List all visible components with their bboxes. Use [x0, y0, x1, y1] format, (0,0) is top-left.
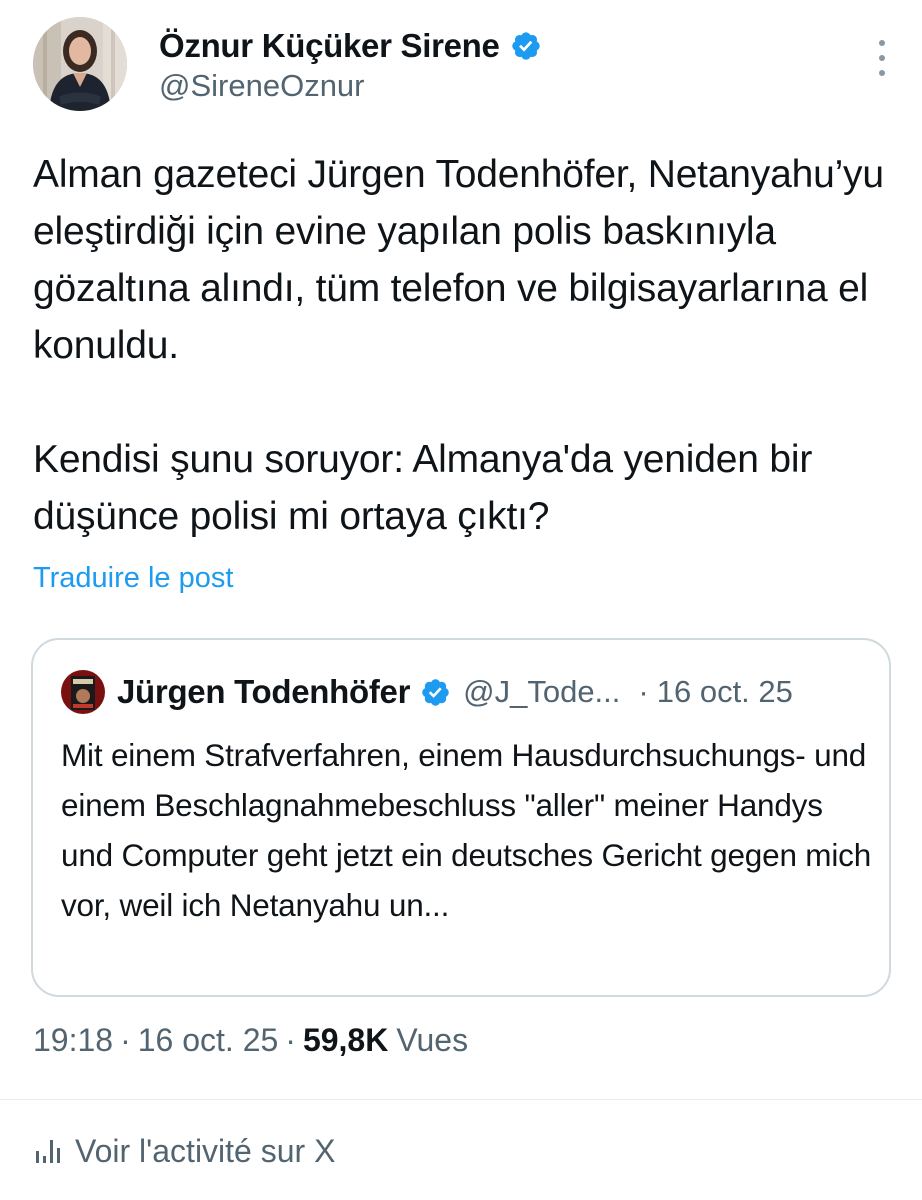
author-handle[interactable]: @SireneOznur — [159, 68, 365, 104]
meta-separator: · — [285, 1021, 296, 1058]
view-activity-link[interactable]: Voir l'activité sur X — [33, 1128, 335, 1174]
tweet-paragraph: Kendisi şunu soruyor: Almanya'da yeniden… — [33, 438, 813, 538]
view-activity-label: Voir l'activité sur X — [75, 1132, 336, 1169]
author-name[interactable]: Öznur Küçüker Sirene — [159, 27, 500, 65]
more-options-icon[interactable] — [876, 40, 888, 76]
divider — [0, 1099, 922, 1100]
tweet-meta: 19:18 · 16 oct. 25 · 59,8K Vues — [33, 1018, 468, 1062]
quoted-tweet-text: Mit einem Strafverfahren, einem Hausdurc… — [61, 737, 872, 923]
tweet-time[interactable]: 19:18 — [33, 1022, 113, 1059]
translate-post-link[interactable]: Traduire le post — [33, 562, 233, 595]
tweet-paragraph: Alman gazeteci Jürgen Todenhöfer, Netany… — [33, 153, 884, 367]
tweet-date[interactable]: 16 oct. 25 — [138, 1022, 279, 1059]
tweet-text: Alman gazeteci Jürgen Todenhöfer, Netany… — [33, 146, 893, 545]
quoted-avatar-image — [61, 670, 105, 714]
meta-separator: · — [120, 1021, 131, 1058]
quoted-date: 16 oct. 25 — [656, 674, 793, 709]
verified-badge-icon — [511, 32, 540, 60]
quoted-author-avatar[interactable] — [61, 670, 105, 714]
quoted-tweet-header: Jürgen Todenhöfer @J_Tode... · 16 oct. 2… — [61, 668, 793, 716]
verified-badge-icon — [422, 678, 449, 706]
author-name-row: Öznur Küçüker Sirene — [159, 24, 542, 68]
quoted-tweet-card[interactable]: Jürgen Todenhöfer @J_Tode... · 16 oct. 2… — [31, 638, 891, 997]
views-label: Vues — [396, 1021, 469, 1058]
more-dot — [879, 40, 885, 46]
quoted-author-handle[interactable]: @J_Tode... — [463, 674, 620, 710]
quoted-author-name[interactable]: Jürgen Todenhöfer — [117, 673, 410, 711]
bar-chart-icon — [36, 1140, 60, 1163]
views-count: 59,8K — [302, 1021, 389, 1058]
quoted-separator: · — [638, 674, 649, 709]
more-dot — [879, 70, 885, 76]
more-dot — [879, 55, 885, 61]
author-avatar[interactable] — [33, 17, 127, 111]
avatar-photo — [33, 17, 127, 111]
